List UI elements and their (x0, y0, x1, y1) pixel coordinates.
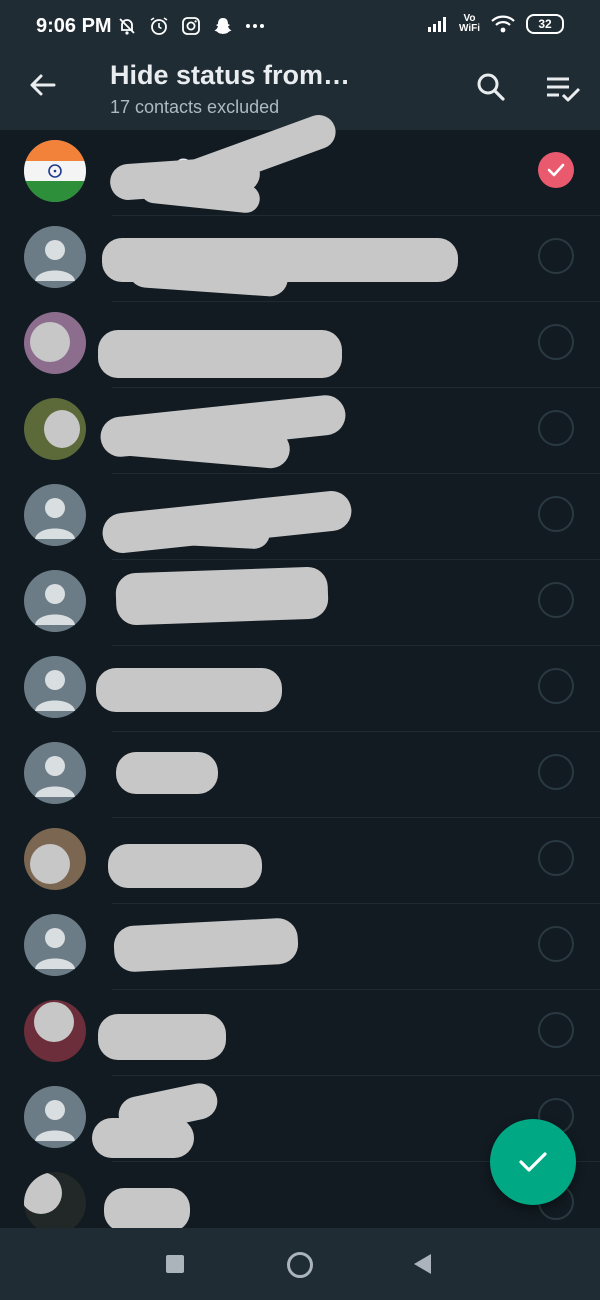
contact-avatar (24, 1086, 86, 1148)
contact-avatar (24, 226, 86, 288)
recents-square-icon[interactable] (166, 1255, 184, 1273)
home-circle-icon[interactable] (287, 1252, 313, 1278)
select-all-button[interactable] (544, 72, 582, 106)
status-bar: 9:06 PM Vo WiFi 32 (0, 0, 600, 56)
default-person-icon (35, 1100, 75, 1141)
redaction-scribble (98, 330, 342, 378)
back-button[interactable] (26, 68, 60, 102)
contact-avatar (24, 742, 86, 804)
india-flag-icon (24, 140, 86, 202)
contact-avatar (24, 1000, 86, 1062)
unselected-checkbox[interactable] (538, 840, 574, 876)
redaction-scribble (96, 668, 282, 712)
redaction-scribble (98, 1014, 226, 1060)
status-system-icons: Vo WiFi 32 (427, 14, 564, 34)
back-triangle-icon[interactable] (414, 1254, 431, 1274)
unselected-checkbox[interactable] (538, 668, 574, 704)
back-arrow-icon (30, 74, 56, 96)
bell-off-icon (116, 15, 138, 37)
contact-avatar (24, 914, 86, 976)
redaction-scribble (108, 844, 262, 888)
contact-avatar (24, 484, 86, 546)
list-item[interactable] (0, 990, 600, 1076)
redaction-scribble (30, 844, 70, 884)
checkmark-icon (519, 1152, 547, 1172)
vowifi-line2: WiFi (458, 23, 480, 34)
contact-avatar (24, 398, 86, 460)
search-icon (477, 73, 505, 101)
unselected-checkbox[interactable] (538, 238, 574, 274)
alarm-icon (148, 15, 170, 37)
contact-avatar (24, 1172, 86, 1234)
redaction-scribble (115, 566, 329, 626)
default-person-icon (35, 240, 75, 281)
wifi-icon (490, 14, 516, 34)
contact-avatar (24, 828, 86, 890)
list-item[interactable] (0, 474, 600, 560)
search-button[interactable] (474, 70, 508, 104)
instagram-icon (180, 15, 202, 37)
list-item[interactable] (0, 302, 600, 388)
app-bar: Hide status from… 17 contacts excluded (0, 56, 600, 130)
contact-avatar (24, 312, 86, 374)
unselected-checkbox[interactable] (538, 582, 574, 618)
list-item[interactable] (0, 646, 600, 732)
status-time: 9:06 PM (36, 15, 112, 37)
battery-indicator: 32 (526, 14, 564, 34)
more-dots-icon (244, 15, 266, 37)
contact-avatar (24, 570, 86, 632)
default-person-icon (35, 584, 75, 625)
default-person-icon (35, 670, 75, 711)
confirm-fab-button[interactable] (490, 1119, 576, 1205)
vowifi-indicator: Vo WiFi (459, 14, 480, 34)
list-item[interactable] (0, 732, 600, 818)
unselected-checkbox[interactable] (538, 496, 574, 532)
contact-avatar (24, 656, 86, 718)
list-item[interactable] (0, 388, 600, 474)
list-item[interactable] (0, 560, 600, 646)
list-item[interactable] (0, 818, 600, 904)
list-item[interactable]: Credl (0, 110, 600, 216)
unselected-checkbox[interactable] (538, 926, 574, 962)
contact-avatar (24, 140, 86, 202)
checkmark-icon (547, 163, 565, 177)
unselected-checkbox[interactable] (538, 410, 574, 446)
status-notification-icons (116, 15, 266, 37)
unselected-checkbox[interactable] (538, 1012, 574, 1048)
snapchat-icon (212, 15, 234, 37)
unselected-checkbox[interactable] (538, 754, 574, 790)
system-nav-bar (0, 1228, 600, 1300)
selected-checkbox[interactable] (538, 152, 574, 188)
default-person-icon (35, 498, 75, 539)
page-title: Hide status from… (110, 60, 351, 90)
redaction-scribble (24, 1172, 62, 1214)
redaction-scribble (112, 917, 300, 973)
redaction-scribble (104, 1188, 190, 1232)
unselected-checkbox[interactable] (538, 324, 574, 360)
redaction-scribble (92, 1118, 194, 1158)
list-item[interactable] (0, 216, 600, 302)
select-all-icon (547, 77, 581, 102)
list-item[interactable] (0, 904, 600, 990)
default-person-icon (35, 928, 75, 969)
default-person-icon (35, 756, 75, 797)
redaction-scribble (30, 322, 70, 362)
page-subtitle: 17 contacts excluded (110, 97, 280, 117)
redaction-scribble (116, 752, 218, 794)
redaction-scribble (44, 410, 80, 448)
signal-icon (427, 15, 449, 33)
redaction-scribble (34, 1002, 74, 1042)
